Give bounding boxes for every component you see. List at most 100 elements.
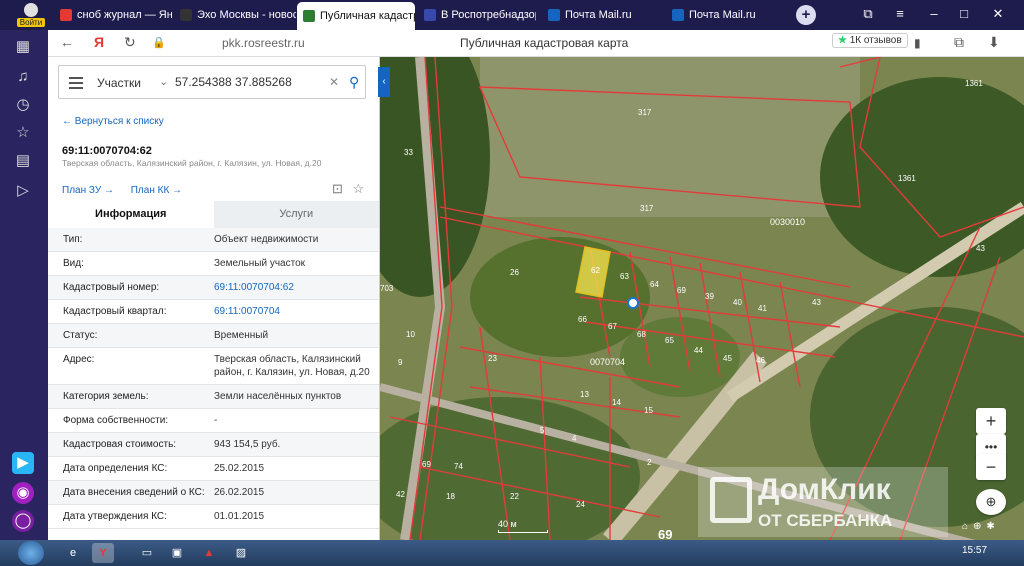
yandex-media-icon[interactable]: ▶ <box>12 452 34 474</box>
zoom-out-button[interactable]: − <box>976 454 1006 480</box>
echo-favicon-icon <box>180 9 192 21</box>
download-icon[interactable]: ⬇ <box>988 34 1000 51</box>
collapse-panel-button[interactable]: ‹ <box>378 67 390 97</box>
tab-echo[interactable]: Эхо Москвы - новос ✕ <box>174 4 296 26</box>
row-key: Дата утверждения КС: <box>63 511 167 522</box>
menu-icon[interactable] <box>69 77 83 92</box>
star-icon: ★ <box>838 35 847 46</box>
map-label: 18 <box>446 492 455 501</box>
map-label: 64 <box>650 280 659 289</box>
tab-services[interactable]: Услуги <box>213 201 379 228</box>
tab-rospotreb[interactable]: В Роспотребнадзор <box>418 4 536 26</box>
reviews-badge[interactable]: ★ 1К отзывов <box>832 33 908 48</box>
bookmark-icon[interactable]: ▮ <box>914 36 921 50</box>
windows-start-button[interactable] <box>18 541 44 565</box>
explorer-folder-icon[interactable]: ▭ <box>136 543 158 563</box>
minimize-icon[interactable]: – <box>924 6 944 21</box>
tab-pkk[interactable]: Публичная кадастр ✕ <box>297 2 415 30</box>
lock-icon[interactable]: 🔒 <box>152 36 166 49</box>
zoom-to-object-icon[interactable]: ⊡ <box>332 181 343 196</box>
yandex-logo-icon[interactable]: Я <box>94 34 104 50</box>
tab-title: В Роспотребнадзор <box>441 9 536 21</box>
save-disk-icon[interactable]: ▣ <box>166 543 188 563</box>
watermark-title: ДомКлик <box>758 473 891 506</box>
search-category-select[interactable]: Участки <box>97 76 141 90</box>
pdf-reader-icon[interactable]: ▲ <box>198 543 220 563</box>
plan-kk-link[interactable]: План КК → <box>131 185 182 196</box>
table-row: Статус: Временный <box>48 324 379 348</box>
row-value: 25.02.2015 <box>214 463 265 474</box>
row-key: Дата внесения сведений о КС: <box>63 487 205 498</box>
row-value: Объект недвижимости <box>214 234 319 245</box>
pictures-icon[interactable]: ▨ <box>230 543 252 563</box>
compass-icon[interactable]: ⊕ <box>976 489 1006 515</box>
map-scale: 40 м <box>498 519 548 533</box>
table-row: Кадастровый номер: 69:11:0070704:62 <box>48 276 379 300</box>
map-label: 317 <box>640 204 654 213</box>
collections-icon[interactable]: ▤ <box>12 150 34 172</box>
translate-icon[interactable]: ⧉ <box>954 34 964 51</box>
row-key: Адрес: <box>63 354 95 365</box>
chevron-down-icon[interactable]: ⌄ <box>159 75 168 88</box>
map-label: 69 <box>677 286 686 295</box>
map-label: 0030010 <box>770 217 805 227</box>
login-button[interactable]: Войти <box>17 3 45 27</box>
alice-assistant-icon[interactable]: ◯ <box>12 510 34 532</box>
row-key: Дата определения КС: <box>63 463 168 474</box>
map-label: 42 <box>396 490 405 499</box>
tab-information[interactable]: Информация <box>48 201 214 228</box>
tabs-list-icon[interactable]: ⧉ <box>858 6 878 22</box>
map-label: 69 <box>658 527 672 540</box>
reload-icon[interactable]: ↻ <box>124 34 136 51</box>
ie-icon[interactable]: e <box>62 543 84 563</box>
table-row: Форма собственности: - <box>48 409 379 433</box>
close-window-icon[interactable]: ✕ <box>988 6 1008 22</box>
info-tabs: Информация Услуги <box>48 201 379 228</box>
map-label: 2 <box>647 458 652 467</box>
yandex-messenger-icon[interactable]: ◉ <box>12 482 34 504</box>
favorite-star-icon[interactable]: ☆ <box>353 181 365 196</box>
bookmarks-star-icon[interactable]: ☆ <box>12 122 34 144</box>
search-icon[interactable]: ⚲ <box>349 74 359 91</box>
plan-zu-link[interactable]: План ЗУ → <box>62 185 114 196</box>
map-home-icons[interactable]: ⌂⊕✱ <box>962 521 1000 532</box>
maximize-icon[interactable]: □ <box>954 6 974 21</box>
browser-menu-icon[interactable]: ≡ <box>890 6 910 21</box>
search-input[interactable]: 57.254388 37.885268 <box>175 75 292 89</box>
map-label: 62 <box>591 266 600 275</box>
row-value: 26.02.2015 <box>214 487 265 498</box>
back-arrow-icon[interactable]: ← <box>60 34 74 50</box>
map-label: 26 <box>510 268 519 277</box>
apps-grid-icon[interactable]: ▦ <box>12 36 34 58</box>
row-value-link[interactable]: 69:11:0070704 <box>214 305 379 318</box>
new-tab-button[interactable]: + <box>796 5 816 25</box>
back-to-list-link[interactable]: ← Вернуться к списку <box>62 116 164 127</box>
map-label: 74 <box>454 462 463 471</box>
yandex-browser-taskbar-icon[interactable]: Y <box>92 543 114 563</box>
table-row: Вид: Земельный участок <box>48 252 379 276</box>
mail-favicon-icon <box>672 9 684 21</box>
map-label: 23 <box>488 354 497 363</box>
table-row: Кадастровая стоимость: 943 154,5 руб. <box>48 433 379 457</box>
media-play-icon[interactable]: ▷ <box>12 180 34 202</box>
yandex-favicon-icon <box>60 9 72 21</box>
map-label: 15 <box>644 406 653 415</box>
tab-snob[interactable]: сноб журнал — Янд <box>54 4 172 26</box>
table-row: Дата определения КС: 25.02.2015 <box>48 457 379 481</box>
map-label: 317 <box>638 108 652 117</box>
map-label: 43 <box>976 244 985 253</box>
history-clock-icon[interactable]: ◷ <box>12 94 34 116</box>
notifications-bell-icon[interactable]: ♫ <box>12 66 34 88</box>
table-row: Кадастровый квартал: 69:11:0070704 <box>48 300 379 324</box>
clear-search-icon[interactable]: ✕ <box>329 75 339 89</box>
table-row: Дата утверждения КС: 01.01.2015 <box>48 505 379 529</box>
tab-mail-2[interactable]: Почта Mail.ru <box>666 4 784 26</box>
panel-actions: ⊡ ☆ <box>332 181 364 197</box>
cadastral-map[interactable]: 317 317 33 1361 1361 0030010 43 26 62 63… <box>380 57 1024 540</box>
url-field[interactable]: pkk.rosreestr.ru <box>222 36 305 50</box>
page-title: Публичная кадастровая карта <box>460 36 629 50</box>
tab-mail-1[interactable]: Почта Mail.ru <box>542 4 660 26</box>
row-value-link[interactable]: 69:11:0070704:62 <box>214 281 379 294</box>
zoom-in-button[interactable]: + <box>976 408 1006 434</box>
map-scale-bar <box>498 530 548 533</box>
